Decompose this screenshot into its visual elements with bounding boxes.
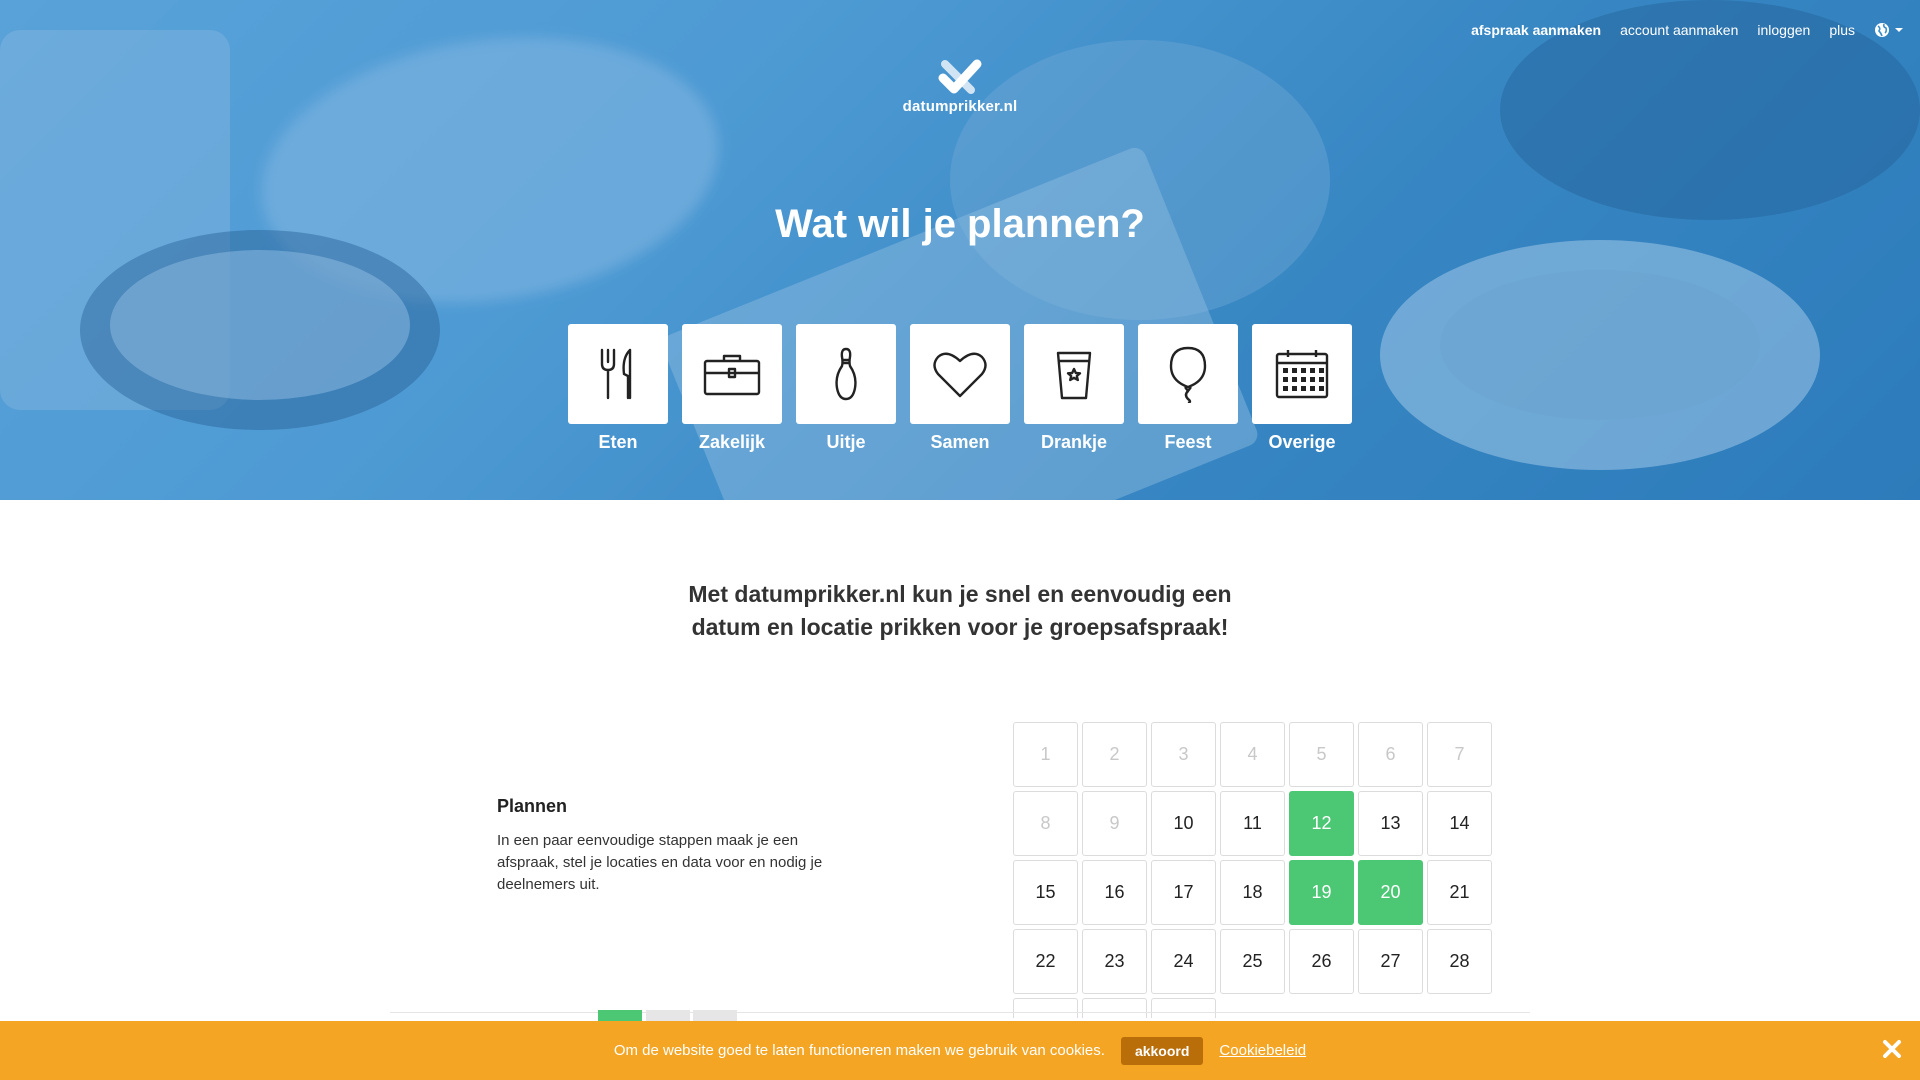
calendar-day[interactable]: 17 <box>1151 860 1216 925</box>
calendar-day[interactable]: 23 <box>1082 929 1147 994</box>
category-samen[interactable]: Samen <box>910 324 1010 453</box>
cookie-accept-button[interactable]: akkoord <box>1120 1036 1204 1065</box>
category-tile[interactable] <box>910 324 1010 424</box>
intro-line-1: Met datumprikker.nl kun je snel en eenvo… <box>688 581 1232 607</box>
close-icon[interactable] <box>1882 1039 1902 1063</box>
calendar-day[interactable]: 25 <box>1220 929 1285 994</box>
category-label: Eten <box>598 432 638 452</box>
top-navigation: afspraak aanmaken account aanmaken inlog… <box>1471 22 1904 38</box>
calendar-day[interactable]: 2 <box>1082 722 1147 787</box>
category-tile[interactable] <box>682 324 782 424</box>
calendar-day[interactable] <box>1013 998 1078 1018</box>
calendar-day[interactable]: 10 <box>1151 791 1216 856</box>
nav-account-aanmaken[interactable]: account aanmaken <box>1620 22 1738 38</box>
calendar-day[interactable]: 28 <box>1427 929 1492 994</box>
intro-line-2: datum en locatie prikken voor je groepsa… <box>691 614 1229 640</box>
category-overige[interactable]: Overige <box>1252 324 1352 453</box>
cup-icon <box>1056 351 1092 400</box>
category-tile[interactable] <box>568 324 668 424</box>
calendar-day[interactable]: 6 <box>1358 722 1423 787</box>
category-label: Samen <box>930 432 990 452</box>
bowling-pin-icon <box>835 347 857 401</box>
category-tile[interactable] <box>1138 324 1238 424</box>
chevron-down-icon <box>1895 28 1903 32</box>
calendar-day[interactable]: 7 <box>1427 722 1492 787</box>
calendar-day[interactable]: 8 <box>1013 791 1078 856</box>
cookie-policy-link[interactable]: Cookiebeleid <box>1219 1042 1306 1059</box>
category-label: Feest <box>1164 432 1212 452</box>
calendar-day[interactable]: 18 <box>1220 860 1285 925</box>
checkmark-logo-icon <box>938 59 982 94</box>
calendar-day[interactable]: 20 <box>1358 860 1423 925</box>
nav-afspraak-aanmaken[interactable]: afspraak aanmaken <box>1471 22 1601 38</box>
calendar-day[interactable]: 12 <box>1289 791 1354 856</box>
hero-title: Wat wil je plannen? <box>775 202 1145 246</box>
balloon-icon <box>1169 346 1207 403</box>
heart-icon <box>933 352 987 398</box>
calendar-day[interactable]: 21 <box>1427 860 1492 925</box>
calendar-day[interactable]: 22 <box>1013 929 1078 994</box>
calendar-day[interactable]: 16 <box>1082 860 1147 925</box>
category-feest[interactable]: Feest <box>1138 324 1238 453</box>
calendar-day[interactable] <box>1151 998 1216 1018</box>
hero-section: afspraak aanmaken account aanmaken inlog… <box>0 0 1920 500</box>
feature-title: Plannen <box>497 796 568 816</box>
section-divider <box>390 1012 1530 1013</box>
category-label: Drankje <box>1040 432 1108 452</box>
category-drankje[interactable]: Drankje <box>1024 324 1124 453</box>
category-uitje[interactable]: Uitje <box>796 324 896 453</box>
category-tile[interactable] <box>796 324 896 424</box>
nav-inloggen[interactable]: inloggen <box>1757 22 1810 38</box>
calendar-day[interactable]: 24 <box>1151 929 1216 994</box>
calendar-day[interactable]: 27 <box>1358 929 1423 994</box>
nav-plus[interactable]: plus <box>1829 22 1855 38</box>
category-eten[interactable]: Eten <box>568 324 668 453</box>
calendar-day[interactable]: 9 <box>1082 791 1147 856</box>
calendar-day[interactable]: 13 <box>1358 791 1423 856</box>
globe-icon <box>1875 23 1889 37</box>
calendar-day[interactable]: 1 <box>1013 722 1078 787</box>
cookie-message: Om de website goed te laten functioneren… <box>613 1042 1105 1059</box>
calendar-icon <box>1275 350 1329 399</box>
category-label: Zakelijk <box>698 432 766 452</box>
category-tile[interactable] <box>1024 324 1124 424</box>
category-label: Uitje <box>826 432 866 452</box>
calendar-day[interactable]: 26 <box>1289 929 1354 994</box>
category-zakelijk[interactable]: Zakelijk <box>682 324 782 453</box>
calendar-day[interactable]: 19 <box>1289 860 1354 925</box>
site-logo[interactable]: datumprikker.nl <box>0 58 1920 115</box>
calendar-day[interactable]: 4 <box>1220 722 1285 787</box>
category-tile[interactable] <box>1252 324 1352 424</box>
cookie-bar: Om de website goed te laten functioneren… <box>0 1021 1920 1080</box>
feature-description: In een paar eenvoudige stappen maak je e… <box>497 832 823 893</box>
calendar-day[interactable]: 15 <box>1013 860 1078 925</box>
fork-knife-icon <box>600 348 632 400</box>
calendar-day[interactable]: 5 <box>1289 722 1354 787</box>
category-label: Overige <box>1268 432 1336 452</box>
calendar-grid: 1 2 3 4 5 6 7 8 9 10 11 12 13 14 15 16 17 18 19 20 21 22 23 24 2… <box>1013 722 1492 1018</box>
intro-text: Met datumprikker.nl kun je snel en eenvo… <box>0 578 1920 644</box>
calendar-day[interactable] <box>1082 998 1147 1018</box>
calendar-day[interactable]: 14 <box>1427 791 1492 856</box>
briefcase-icon <box>703 354 761 396</box>
language-selector[interactable] <box>1874 22 1904 38</box>
category-list: Eten Zakelijk Uitje Samen Drankje Feest … <box>568 324 1352 453</box>
calendar-day[interactable]: 3 <box>1151 722 1216 787</box>
calendar-day[interactable]: 11 <box>1220 791 1285 856</box>
logo-text: datumprikker.nl <box>902 98 1018 115</box>
